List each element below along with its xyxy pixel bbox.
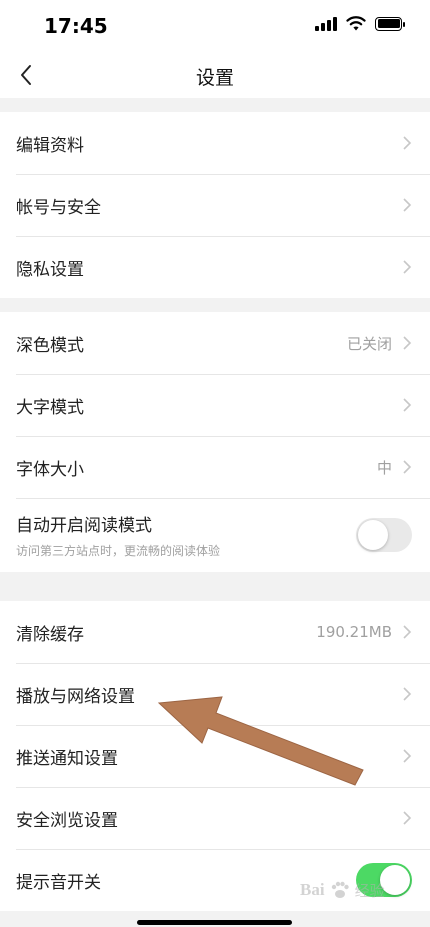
chevron-right-icon (403, 398, 412, 412)
settings-group-account: 编辑资料 帐号与安全 隐私设置 (0, 112, 430, 298)
watermark-sub: 经验 (354, 881, 385, 900)
nav-bar: 设置 (0, 52, 430, 98)
settings-item-privacy[interactable]: 隐私设置 (0, 236, 430, 298)
toggle-knob (358, 520, 388, 550)
status-icons (315, 16, 405, 31)
settings-item-label: 自动开启阅读模式 (16, 516, 152, 536)
settings-group-general: 清除缓存 190.21MB 播放与网络设置 推送通知设置 安全浏览设置 提示音开… (0, 601, 430, 911)
settings-item-label: 提示音开关 (16, 872, 101, 893)
settings-item-playback-network[interactable]: 播放与网络设置 (0, 663, 430, 725)
chevron-right-icon (403, 198, 412, 212)
settings-item-label: 深色模式 (16, 335, 84, 356)
battery-icon (375, 16, 405, 31)
chevron-right-icon (403, 460, 412, 474)
chevron-right-icon (403, 260, 412, 274)
status-time: 17:45 (44, 14, 108, 38)
chevron-right-icon (403, 336, 412, 350)
status-bar: 17:45 (0, 0, 430, 52)
settings-item-label: 编辑资料 (16, 135, 84, 156)
chevron-right-icon (403, 625, 412, 639)
chevron-right-icon (403, 136, 412, 150)
settings-item-sublabel: 访问第三方站点时，更流畅的阅读体验 (16, 544, 221, 558)
home-indicator (137, 920, 292, 925)
settings-item-label: 安全浏览设置 (16, 810, 118, 831)
settings-item-account-security[interactable]: 帐号与安全 (0, 174, 430, 236)
settings-item-push-notifications[interactable]: 推送通知设置 (0, 725, 430, 787)
settings-item-label: 帐号与安全 (16, 197, 101, 218)
settings-item-dark-mode[interactable]: 深色模式 已关闭 (0, 312, 430, 374)
settings-item-label: 大字模式 (16, 397, 84, 418)
settings-item-clear-cache[interactable]: 清除缓存 190.21MB (0, 601, 430, 663)
chevron-right-icon (403, 687, 412, 701)
settings-item-value: 中 (376, 458, 392, 477)
settings-item-label: 隐私设置 (16, 259, 84, 280)
chevron-right-icon (403, 811, 412, 825)
settings-group-display: 深色模式 已关闭 大字模式 字体大小 中 自动开启阅读模式 访问第三方站点时，更… (0, 312, 430, 572)
settings-item-label: 推送通知设置 (16, 748, 118, 769)
settings-item-label: 播放与网络设置 (16, 686, 135, 707)
settings-item-value: 190.21MB (316, 623, 392, 641)
settings-item-font-size[interactable]: 字体大小 中 (0, 436, 430, 498)
settings-item-large-text[interactable]: 大字模式 (0, 374, 430, 436)
watermark: Bai 经验 (300, 868, 424, 912)
auto-reading-mode-toggle[interactable] (356, 518, 412, 552)
settings-item-safe-browsing[interactable]: 安全浏览设置 (0, 787, 430, 849)
signal-icon (315, 16, 337, 31)
settings-item-label: 清除缓存 (16, 624, 84, 645)
chevron-right-icon (403, 749, 412, 763)
settings-item-auto-reading-mode: 自动开启阅读模式 访问第三方站点时，更流畅的阅读体验 (0, 498, 430, 572)
paw-icon (331, 881, 349, 898)
settings-item-value: 已关闭 (346, 334, 392, 353)
wifi-icon (346, 16, 366, 31)
page-title: 设置 (195, 67, 234, 89)
watermark-text: Bai (300, 880, 325, 899)
settings-item-label: 字体大小 (16, 459, 84, 480)
settings-item-edit-profile[interactable]: 编辑资料 (0, 112, 430, 174)
